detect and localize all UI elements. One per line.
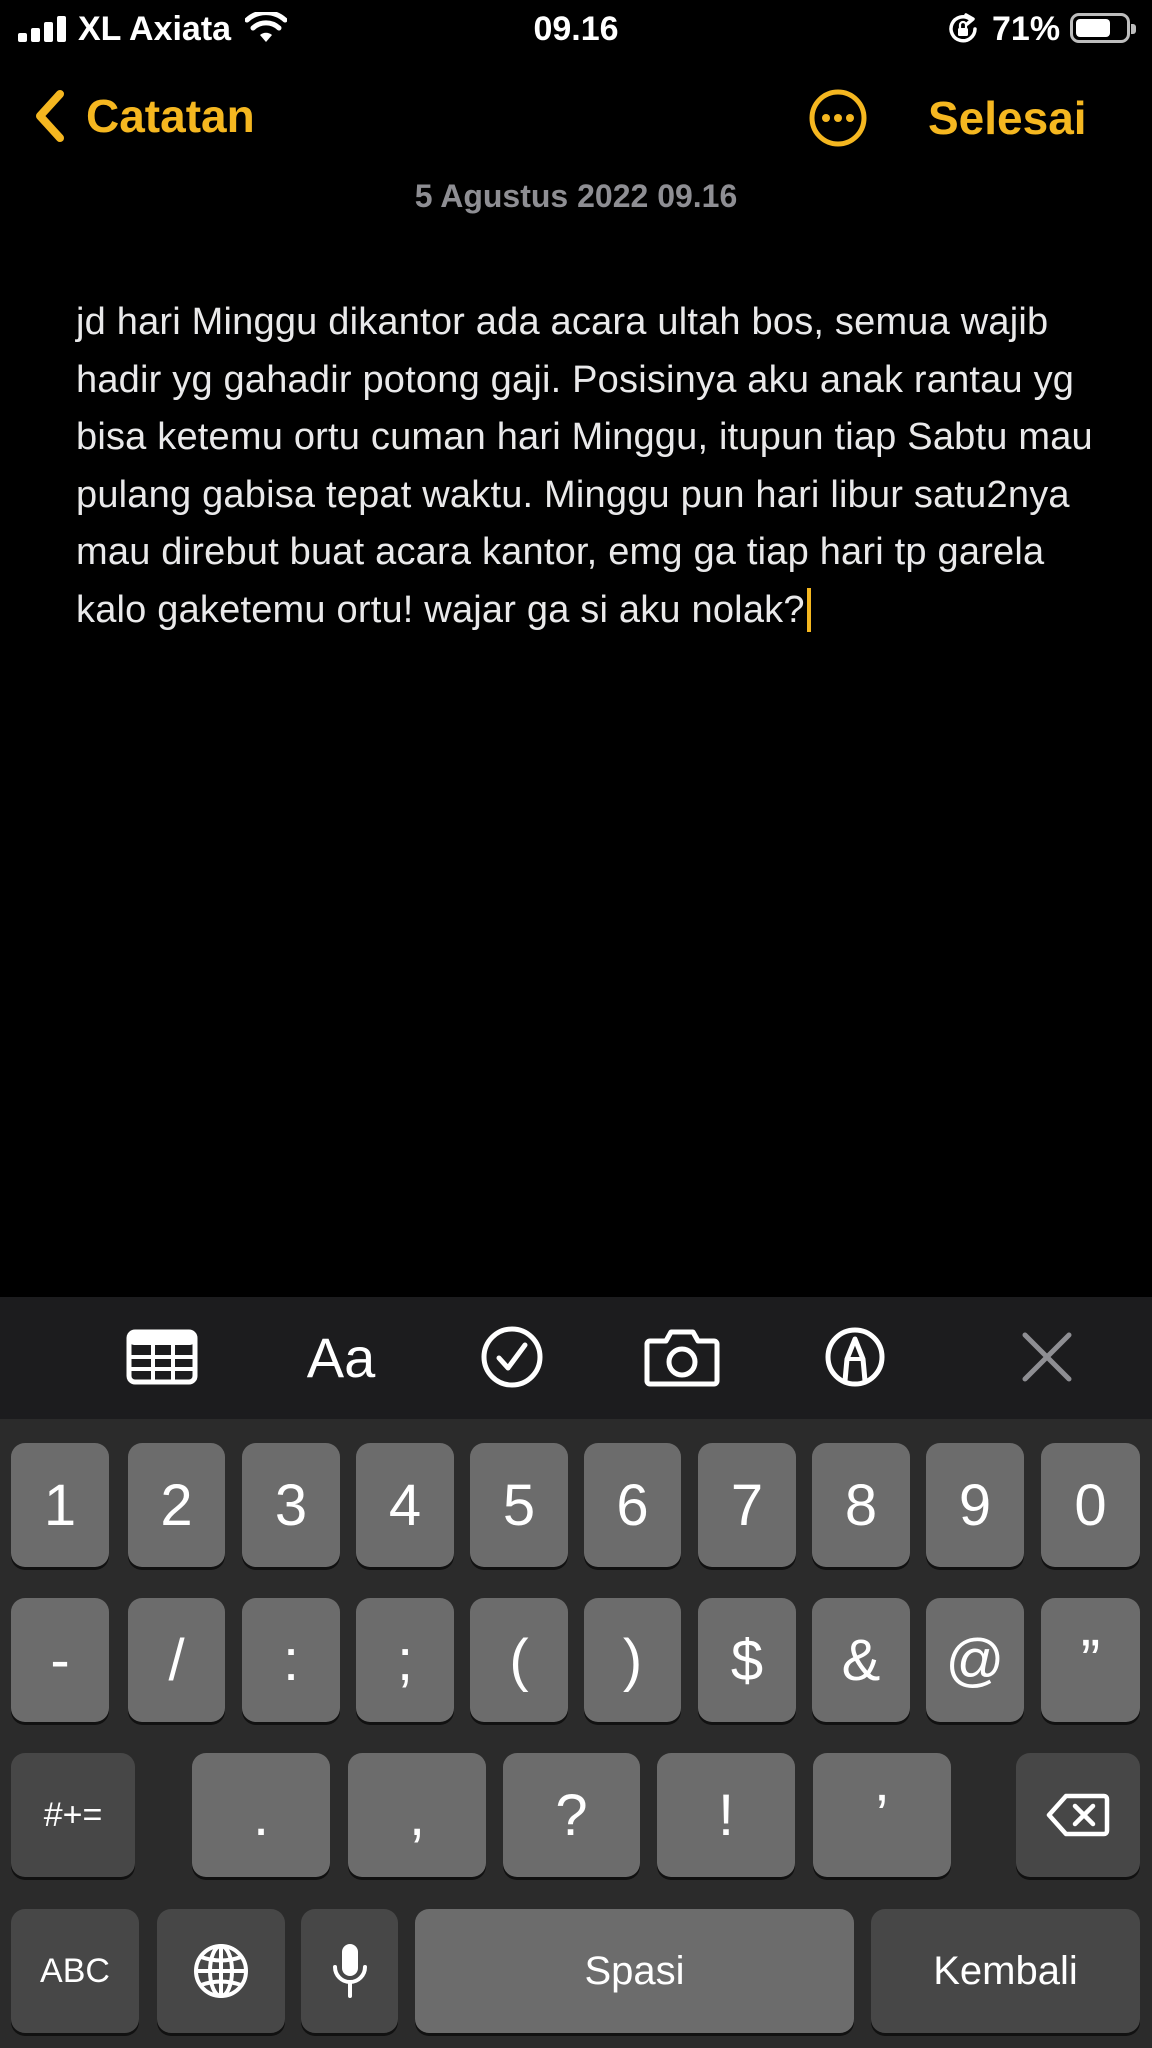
checklist-button[interactable]	[480, 1325, 544, 1389]
table-button[interactable]	[125, 1325, 199, 1389]
note-body-editor[interactable]: jd hari Minggu dikantor ada acara ultah …	[76, 294, 1096, 639]
back-button-label: Catatan	[86, 89, 255, 143]
chevron-left-icon	[30, 88, 70, 144]
rotation-lock-icon	[946, 12, 980, 46]
key-7[interactable]: 7	[698, 1443, 796, 1567]
key-2[interactable]: 2	[128, 1443, 225, 1567]
space-key[interactable]: Spasi	[415, 1909, 854, 2033]
key-5[interactable]: 5	[470, 1443, 568, 1567]
key-1[interactable]: 1	[11, 1443, 109, 1567]
note-body-text: jd hari Minggu dikantor ada acara ultah …	[76, 301, 1093, 631]
markup-icon	[824, 1326, 886, 1388]
globe-icon	[192, 1942, 250, 2000]
camera-button[interactable]	[644, 1325, 720, 1389]
keyboard: 1 2 3 4 5 6 7 8 9 0 - / : ; ( ) $ & @ ” …	[0, 1419, 1152, 2048]
text-caret	[807, 588, 811, 632]
key-0[interactable]: 0	[1041, 1443, 1140, 1567]
key-colon[interactable]: :	[242, 1598, 340, 1722]
notes-toolbar: Aa	[0, 1297, 1152, 1419]
key-comma[interactable]: ,	[348, 1753, 486, 1877]
symbols-shift-key[interactable]: #+=	[11, 1753, 135, 1877]
key-open-paren[interactable]: (	[470, 1598, 568, 1722]
battery-percent: 71%	[992, 10, 1060, 49]
abc-key[interactable]: ABC	[11, 1909, 139, 2033]
key-3[interactable]: 3	[242, 1443, 340, 1567]
key-period[interactable]: .	[192, 1753, 330, 1877]
key-ampersand[interactable]: &	[812, 1598, 910, 1722]
status-bar: XL Axiata 09.16 71%	[0, 0, 1152, 58]
key-exclamation[interactable]: !	[657, 1753, 795, 1877]
table-icon	[126, 1329, 198, 1385]
key-at[interactable]: @	[926, 1598, 1024, 1722]
key-question[interactable]: ?	[503, 1753, 640, 1877]
format-button[interactable]: Aa	[296, 1325, 386, 1389]
key-8[interactable]: 8	[812, 1443, 910, 1567]
delete-key[interactable]	[1016, 1753, 1140, 1877]
key-dollar[interactable]: $	[698, 1598, 796, 1722]
key-close-paren[interactable]: )	[584, 1598, 681, 1722]
key-semicolon[interactable]: ;	[356, 1598, 454, 1722]
key-4[interactable]: 4	[356, 1443, 454, 1567]
checklist-icon	[480, 1325, 544, 1389]
dictation-key[interactable]	[301, 1909, 398, 2033]
note-date: 5 Agustus 2022 09.16	[0, 178, 1152, 215]
camera-icon	[644, 1327, 720, 1387]
format-label: Aa	[307, 1325, 376, 1390]
done-button[interactable]: Selesai	[928, 88, 1087, 148]
return-key[interactable]: Kembali	[871, 1909, 1140, 2033]
close-toolbar-button[interactable]	[1020, 1325, 1074, 1389]
microphone-icon	[330, 1941, 370, 2001]
key-quote[interactable]: ”	[1041, 1598, 1140, 1722]
key-hyphen[interactable]: -	[11, 1598, 109, 1722]
more-options-icon[interactable]	[808, 88, 868, 148]
back-button[interactable]: Catatan	[30, 86, 255, 146]
close-icon	[1020, 1330, 1074, 1384]
key-9[interactable]: 9	[926, 1443, 1024, 1567]
key-apostrophe[interactable]: ’	[813, 1753, 951, 1877]
battery-icon	[1070, 13, 1130, 43]
key-6[interactable]: 6	[584, 1443, 681, 1567]
delete-backspace-icon	[1046, 1792, 1110, 1838]
markup-button[interactable]	[824, 1325, 886, 1389]
globe-key[interactable]	[157, 1909, 285, 2033]
key-slash[interactable]: /	[128, 1598, 225, 1722]
